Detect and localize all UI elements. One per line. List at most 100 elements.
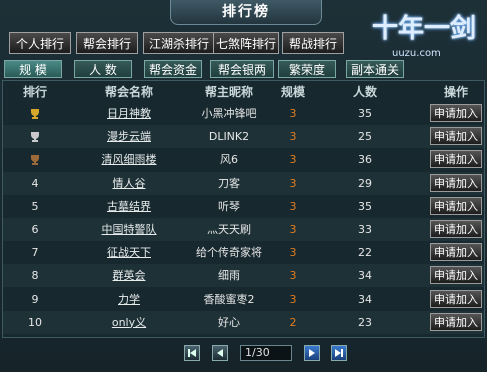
guild-name-link[interactable]: 情人谷: [81, 172, 177, 195]
rank-cell: 8: [31, 269, 39, 283]
header-members: 人数: [352, 85, 377, 99]
table-row: 6 中国特警队 灬天天刷 3 33 申请加入: [3, 218, 484, 241]
apply-join-button[interactable]: 申请加入: [430, 243, 482, 262]
header-rank: 排行: [22, 85, 47, 99]
leader-name: 风6: [220, 153, 238, 167]
guild-name-link[interactable]: 日月神教: [81, 102, 177, 125]
table-row: 7 征战天下 给个传奇家将 3 22 申请加入: [3, 241, 484, 264]
guild-name-link[interactable]: 漫步云端: [81, 125, 177, 148]
rank-cell: [7, 148, 63, 171]
game-logo: 十年一剑 uuzu.com: [372, 8, 484, 64]
guild-name-link[interactable]: 古墓结界: [81, 195, 177, 218]
tab-dungeon-clear[interactable]: 副本通关: [346, 60, 404, 78]
leader-name: 好心: [218, 315, 240, 329]
table-row: 10 only义 好心 2 23 申请加入: [3, 310, 484, 334]
tab-guild-silver[interactable]: 帮会银两: [210, 60, 274, 78]
page-input[interactable]: 1/30: [240, 345, 292, 361]
apply-join-button[interactable]: 申请加入: [430, 127, 482, 146]
table-row: 清风细雨楼 风6 3 36 申请加入: [3, 148, 484, 171]
rank-cell: 4: [31, 176, 39, 190]
header-scale: 规模: [280, 85, 305, 99]
table-row: 漫步云端 DLINK2 3 25 申请加入: [3, 125, 484, 149]
leader-name: 小黑冲锋吧: [201, 107, 257, 120]
guild-name-link[interactable]: 群英会: [81, 264, 177, 287]
logo-text: 十年一剑: [372, 14, 477, 44]
guild-name-link[interactable]: only义: [81, 311, 177, 334]
bronze-trophy-icon: [31, 155, 39, 166]
tab-members[interactable]: 人 数: [74, 60, 132, 78]
next-page-button[interactable]: [304, 345, 320, 361]
scale-value: 3: [289, 246, 297, 260]
table-row: 4 情人谷 刀客 3 29 申请加入: [3, 171, 484, 195]
gold-trophy-icon: [31, 109, 39, 119]
rank-cell: [7, 102, 63, 125]
leader-name: DLINK2: [208, 130, 250, 144]
header-action: 操作: [443, 85, 468, 99]
scale-value: 3: [289, 107, 297, 120]
ranking-table: 排行 帮会名称 帮主昵称 规模 人数 操作 日月神教 小黑冲锋吧 3 35 申请加入 漫步…: [2, 80, 485, 338]
tab-guild-funds[interactable]: 帮会资金: [144, 60, 202, 78]
first-page-icon: [188, 349, 196, 357]
window-title: 排行榜: [170, 0, 322, 25]
scale-value: 3: [289, 199, 297, 213]
table-row: 9 力学 香酸蜜枣2 3 34 申请加入: [3, 288, 484, 311]
tab-guildwar-ranking[interactable]: 帮战排行: [282, 32, 344, 54]
scale-value: 3: [289, 153, 297, 167]
prev-page-icon: [217, 349, 223, 357]
header-leader: 帮主昵称: [204, 85, 253, 99]
tab-personal-ranking[interactable]: 个人排行: [9, 32, 71, 54]
apply-join-button[interactable]: 申请加入: [430, 196, 482, 215]
rank-cell: 9: [31, 292, 39, 306]
member-count: 34: [358, 269, 372, 283]
guild-name-link[interactable]: 中国特警队: [81, 218, 177, 241]
member-count: 36: [358, 153, 372, 167]
leader-name: 细雨: [218, 269, 240, 283]
guild-name-link[interactable]: 清风细雨楼: [81, 148, 177, 171]
guild-name-link[interactable]: 力学: [81, 288, 177, 311]
leader-name: 香酸蜜枣2: [203, 292, 255, 306]
apply-join-button[interactable]: 申请加入: [430, 289, 482, 308]
member-count: 29: [358, 176, 372, 190]
rank-cell: 6: [31, 223, 39, 236]
next-page-icon: [309, 349, 315, 357]
rank-cell: 10: [28, 315, 42, 329]
apply-join-button[interactable]: 申请加入: [430, 104, 482, 122]
guild-name-link[interactable]: 征战天下: [81, 241, 177, 264]
first-page-button[interactable]: [184, 345, 200, 361]
scale-value: 3: [289, 269, 297, 283]
member-count: 23: [358, 315, 372, 329]
apply-join-button[interactable]: 申请加入: [430, 173, 482, 192]
apply-join-button[interactable]: 申请加入: [430, 312, 482, 331]
member-count: 22: [358, 246, 372, 260]
tab-guild-ranking[interactable]: 帮会排行: [76, 32, 138, 54]
member-count: 34: [358, 292, 372, 306]
table-row: 8 群英会 细雨 3 34 申请加入: [3, 264, 484, 288]
tab-jianghu-ranking[interactable]: 江湖杀排行: [143, 32, 215, 54]
leader-name: 听琴: [218, 199, 240, 213]
tab-scale[interactable]: 规 模: [4, 60, 62, 78]
prev-page-button[interactable]: [212, 345, 228, 361]
member-count: 35: [358, 199, 372, 213]
last-page-icon: [335, 349, 343, 357]
header-guild-name: 帮会名称: [104, 85, 153, 99]
rank-cell: 5: [31, 199, 39, 213]
tab-prosperity[interactable]: 繁荣度: [278, 60, 336, 78]
leader-name: 给个传奇家将: [196, 246, 262, 260]
rank-cell: 7: [31, 246, 39, 260]
tab-qisha-ranking[interactable]: 七煞阵排行: [213, 32, 279, 54]
table-row: 日月神教 小黑冲锋吧 3 35 申请加入: [3, 102, 484, 125]
logo-url: uuzu.com: [392, 48, 441, 59]
table-header: 排行 帮会名称 帮主昵称 规模 人数 操作: [3, 83, 484, 101]
apply-join-button[interactable]: 申请加入: [430, 266, 482, 285]
scale-value: 3: [289, 130, 297, 144]
scale-value: 3: [289, 292, 297, 306]
leader-name: 刀客: [218, 176, 240, 190]
member-count: 35: [358, 107, 372, 120]
last-page-button[interactable]: [331, 345, 347, 361]
ranking-window: 排行榜 十年一剑 uuzu.com 个人排行 帮会排行 江湖杀排行 七煞阵排行 …: [0, 0, 487, 372]
rank-cell: [7, 125, 63, 148]
pagination: 1/30: [0, 343, 487, 365]
apply-join-button[interactable]: 申请加入: [430, 220, 482, 238]
scale-value: 3: [289, 176, 297, 190]
apply-join-button[interactable]: 申请加入: [430, 150, 482, 169]
